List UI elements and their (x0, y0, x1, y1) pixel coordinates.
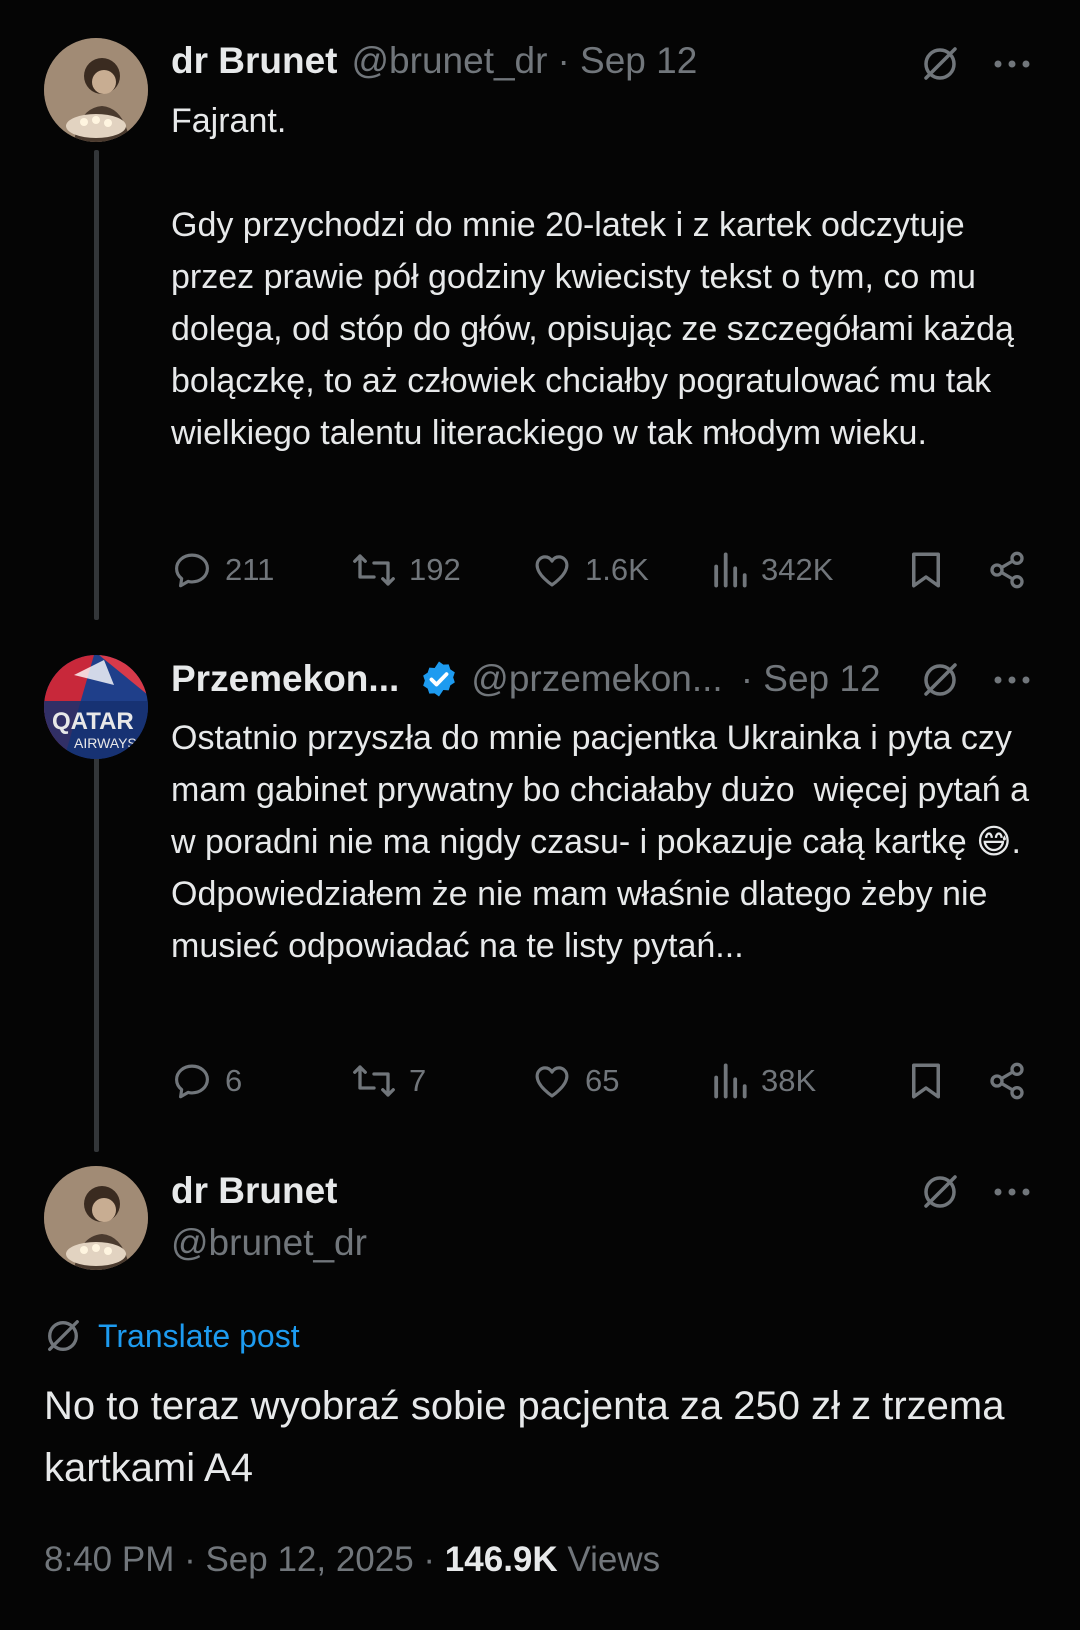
author-name[interactable]: dr Brunet (171, 40, 338, 82)
like-count: 65 (585, 1063, 620, 1098)
bookmark-button[interactable] (908, 545, 944, 595)
repost-icon (353, 1065, 395, 1097)
like-button[interactable]: 1.6K (531, 545, 649, 595)
tweet-1-text: Fajrant. Gdy przychodzi do mnie 20-latek… (171, 102, 1014, 452)
share-icon (990, 1062, 1024, 1100)
like-button[interactable]: 65 (531, 1056, 619, 1106)
tweet-2-actions: 6 7 65 38K (171, 1056, 1041, 1106)
avatar-logo-text-2: AIRWAYS (74, 735, 137, 751)
tweet-2-header: Przemekon... @przemekon... · Sep 12 (171, 658, 881, 700)
thread-line-1 (94, 150, 99, 620)
views-bars-icon (714, 552, 747, 588)
author-handle[interactable]: @brunet_dr (352, 40, 548, 82)
bookmark-button[interactable] (908, 1056, 944, 1106)
translate-label: Translate post (98, 1317, 300, 1354)
share-button[interactable] (987, 1056, 1027, 1106)
reply-count: 6 (225, 1063, 243, 1098)
reply-button[interactable]: 211 (171, 545, 274, 595)
tweet-date[interactable]: · Sep 12 (557, 40, 697, 82)
views-bars-icon (714, 1063, 747, 1099)
tweet-timestamp[interactable]: 8:40 PM · Sep 12, 2025 · (44, 1540, 445, 1579)
translate-post-link[interactable]: Translate post (44, 1317, 300, 1355)
share-icon (990, 551, 1024, 589)
author-handle[interactable]: @przemekon... (471, 658, 722, 700)
grok-slash-icon[interactable] (918, 42, 962, 86)
main-author-name[interactable]: dr Brunet (171, 1170, 338, 1212)
thread-line-2 (94, 752, 99, 1152)
tweet-1-actions: 211 192 1.6K 342K (171, 545, 1041, 595)
views-count: 342K (761, 552, 834, 587)
repost-count: 7 (409, 1063, 427, 1098)
views-button[interactable]: 38K (711, 1056, 816, 1106)
views-button[interactable]: 342K (711, 545, 833, 595)
avatar-przemekon[interactable]: QATAR AIRWAYS (44, 655, 148, 759)
views-count: 38K (761, 1063, 817, 1098)
repost-button[interactable]: 192 (351, 545, 461, 595)
avatar-logo-text-1: QATAR (52, 708, 134, 735)
share-button[interactable] (987, 545, 1027, 595)
reply-bubble-icon (175, 1064, 209, 1099)
views-label: Views (557, 1540, 661, 1579)
author-name[interactable]: Przemekon... (171, 658, 399, 700)
reply-button[interactable]: 6 (171, 1056, 242, 1106)
more-dots-icon[interactable] (992, 46, 1032, 82)
more-dots-icon[interactable] (992, 662, 1032, 698)
avatar-dr-brunet[interactable] (44, 1166, 148, 1270)
like-count: 1.6K (585, 552, 649, 587)
translate-icon (48, 1320, 79, 1351)
main-tweet-text: No to teraz wyobraź sobie pacjenta za 25… (44, 1384, 1016, 1490)
avatar-dr-brunet[interactable] (44, 38, 148, 142)
repost-count: 192 (409, 552, 461, 587)
main-author-handle[interactable]: @brunet_dr (171, 1222, 367, 1264)
tweet-1-header: dr Brunet @brunet_dr · Sep 12 (171, 40, 697, 82)
views-total: 146.9K (444, 1540, 558, 1579)
reply-count: 211 (225, 552, 275, 587)
verified-badge-icon (419, 659, 459, 699)
tweet-date[interactable]: · Sep 12 (741, 658, 881, 700)
bookmark-icon (912, 552, 940, 588)
repost-button[interactable]: 7 (351, 1056, 426, 1106)
heart-icon (535, 555, 569, 587)
heart-icon (535, 1066, 569, 1098)
tweet-meta: 8:40 PM · Sep 12, 2025 · 146.9K Views (44, 1540, 660, 1580)
more-dots-icon[interactable] (992, 1174, 1032, 1210)
grok-slash-icon[interactable] (918, 658, 962, 702)
bookmark-icon (912, 1063, 940, 1099)
grok-slash-icon[interactable] (918, 1170, 962, 1214)
repost-icon (353, 554, 395, 586)
tweet-2-text: Ostatnio przyszła do mnie pacjentka Ukra… (171, 719, 1030, 965)
reply-bubble-icon (175, 553, 209, 588)
